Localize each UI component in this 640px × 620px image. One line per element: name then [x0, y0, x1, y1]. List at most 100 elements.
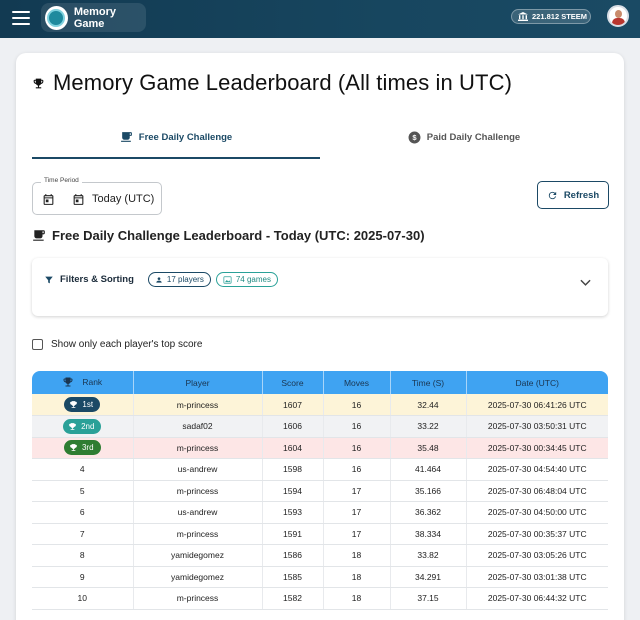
brand-home-link[interactable]: Memory Game [41, 3, 146, 32]
cell-time: 33.22 [390, 415, 467, 438]
cell-player: us-andrew [133, 501, 263, 524]
rank-value: 9 [79, 571, 85, 582]
cell-rank: 10 [32, 587, 134, 610]
cell-player: m-princess [133, 394, 263, 416]
cell-moves: 16 [323, 458, 391, 481]
time-period-label: Time Period [41, 177, 82, 184]
rank-value: 4 [79, 464, 85, 475]
cell-date: 2025-07-30 00:34:45 UTC [466, 437, 608, 459]
cell-date: 2025-07-30 00:35:37 UTC [466, 523, 608, 545]
games-count: 74 games [235, 275, 271, 284]
trophy-icon [69, 443, 78, 452]
table-row: 8 yamidegomez 1586 18 33.82 2025-07-30 03:05:… [32, 544, 608, 567]
cell-rank: 7 [32, 523, 134, 545]
cell-rank: 8 [32, 544, 134, 567]
header-date[interactable]: Date (UTC) [466, 371, 608, 394]
wallet-balance-badge[interactable]: 221.812 STEEM [511, 9, 591, 24]
cell-moves: 18 [323, 544, 391, 567]
header-player[interactable]: Player [133, 371, 263, 394]
top-score-toggle[interactable]: Show only each player's top score [32, 339, 202, 350]
cell-score: 1604 [262, 437, 324, 459]
person-icon [156, 276, 162, 283]
table-row: 10 m-princess 1582 18 37.15 2025-07-30 06:44:… [32, 587, 608, 610]
cell-player: yamidegomez [133, 544, 263, 567]
rank-value: 1st [82, 400, 94, 409]
board-title-row: Free Daily Challenge Leaderboard - Today… [32, 228, 425, 243]
filters-label: Filters & Sorting [60, 274, 134, 285]
app-name: Memory Game [73, 5, 117, 30]
user-avatar[interactable] [607, 5, 629, 27]
menu-icon[interactable] [12, 11, 30, 25]
cell-time: 41.464 [390, 458, 467, 481]
cell-player: us-andrew [133, 458, 263, 481]
table-row: 2nd sadaf02 1606 16 33.22 2025-07-30 03:50:31… [32, 415, 608, 438]
cell-moves: 17 [323, 480, 391, 502]
active-tab-indicator [32, 157, 320, 159]
cell-moves: 17 [323, 501, 391, 524]
games-count-chip: 74 games [215, 272, 278, 287]
table-row: 4 us-andrew 1598 16 41.464 2025-07-30 04:54:4… [32, 458, 608, 481]
tab-paid-daily-challenge[interactable]: $ Paid Daily Challenge [320, 117, 608, 157]
chevron-down-icon[interactable] [580, 274, 591, 292]
cell-rank: 6 [32, 501, 134, 524]
cell-player: m-princess [133, 523, 263, 545]
table-row: 6 us-andrew 1593 17 36.362 2025-07-30 04:50:0… [32, 501, 608, 524]
board-title: Free Daily Challenge Leaderboard - Today… [52, 228, 425, 243]
page-title: Memory Game Leaderboard (All times in UT… [53, 70, 513, 95]
cell-moves: 16 [323, 415, 391, 438]
page-title-row: Memory Game Leaderboard (All times in UT… [32, 70, 512, 96]
rank-value: 6 [79, 507, 85, 518]
cell-moves: 16 [323, 437, 391, 459]
cell-moves: 18 [323, 587, 391, 610]
time-period-select[interactable]: Time Period Today (UTC) [32, 177, 162, 215]
refresh-icon [547, 190, 558, 201]
table-row: 9 yamidegomez 1585 18 34.291 2025-07-30 03:01… [32, 566, 608, 588]
filter-icon [44, 275, 54, 285]
table-row: 7 m-princess 1591 17 38.334 2025-07-30 00:35:… [32, 523, 608, 545]
cell-score: 1582 [262, 587, 324, 610]
players-count: 17 players [166, 275, 204, 284]
top-score-label: Show only each player's top score [51, 339, 203, 350]
header-rank[interactable]: Rank [32, 371, 134, 394]
cell-date: 2025-07-30 06:41:26 UTC [466, 394, 608, 416]
cell-player: m-princess [133, 587, 263, 610]
cell-score: 1585 [262, 566, 324, 588]
cell-score: 1591 [262, 523, 324, 545]
refresh-button[interactable]: Refresh [537, 181, 609, 209]
cell-time: 35.166 [390, 480, 467, 502]
table-row: 5 m-princess 1594 17 35.166 2025-07-30 06:48:… [32, 480, 608, 502]
table-header-row: Rank Player Score Moves Time (S) Date (U… [32, 371, 608, 394]
cell-score: 1607 [262, 394, 324, 416]
cell-date: 2025-07-30 03:50:31 UTC [466, 415, 608, 438]
cell-rank: 9 [32, 566, 134, 588]
filters-toggle[interactable]: Filters & Sorting 17 players 74 games [44, 272, 278, 287]
cell-date: 2025-07-30 03:05:26 UTC [466, 544, 608, 567]
cell-rank: 5 [32, 480, 134, 502]
rank-value: 10 [77, 593, 87, 604]
cell-score: 1598 [262, 458, 324, 481]
cell-score: 1606 [262, 415, 324, 438]
players-count-chip: 17 players [147, 272, 211, 287]
refresh-label: Refresh [563, 189, 600, 201]
top-score-checkbox[interactable] [32, 339, 43, 350]
tab-free-daily-challenge[interactable]: Free Daily Challenge [32, 117, 320, 157]
rank-value: 2nd [81, 421, 95, 431]
header-time[interactable]: Time (S) [390, 371, 467, 394]
cell-moves: 16 [323, 394, 391, 416]
cell-time: 32.44 [390, 394, 467, 416]
app-bar: Memory Game 221.812 STEEM [0, 0, 640, 38]
cell-date: 2025-07-30 03:01:38 UTC [466, 566, 608, 588]
trophy-icon [69, 400, 78, 409]
rank-badge: 2nd [63, 418, 102, 434]
coffee-cup-icon [120, 131, 133, 143]
cell-time: 37.15 [390, 587, 467, 610]
cell-time: 36.362 [390, 501, 467, 524]
trophy-icon [68, 422, 77, 431]
cell-score: 1586 [262, 544, 324, 567]
header-moves[interactable]: Moves [323, 371, 391, 394]
calendar-icon [72, 193, 85, 211]
cell-moves: 17 [323, 523, 391, 545]
rank-badge: 1st [64, 397, 101, 412]
cell-time: 33.82 [390, 544, 467, 567]
header-score[interactable]: Score [262, 371, 324, 394]
